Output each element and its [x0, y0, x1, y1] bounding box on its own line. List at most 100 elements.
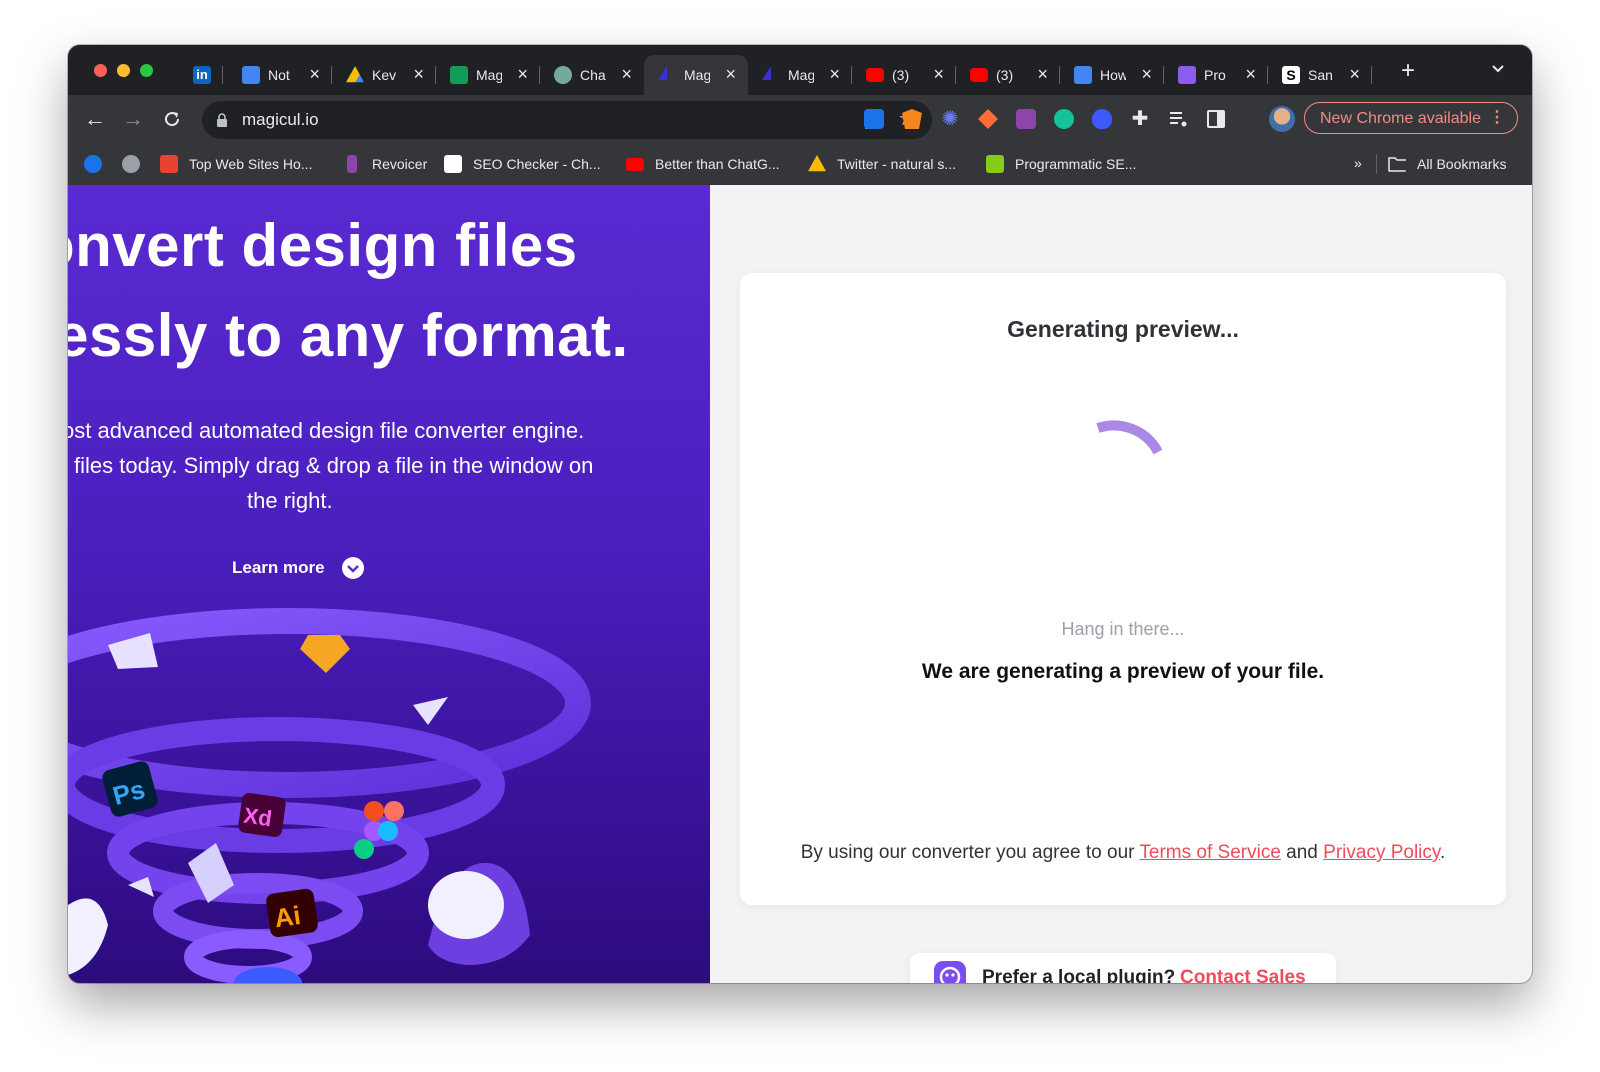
- update-label: New Chrome available: [1320, 110, 1481, 127]
- address-bar[interactable]: magicul.io ☆: [202, 101, 932, 139]
- close-tab-icon[interactable]: ×: [725, 65, 736, 83]
- boat-icon: [84, 155, 102, 173]
- zoom-window-button[interactable]: [140, 64, 153, 77]
- extension-icon[interactable]: [1016, 109, 1036, 129]
- tornado-illustration: Ps Xd Ai: [68, 608, 591, 983]
- url-text[interactable]: magicul.io: [242, 111, 319, 129]
- close-tab-icon[interactable]: ×: [413, 65, 424, 83]
- close-tab-icon[interactable]: ×: [933, 65, 944, 83]
- magicul-icon: [658, 66, 667, 80]
- tab-title: Cha: [580, 67, 606, 83]
- close-tab-icon[interactable]: ×: [1245, 65, 1256, 83]
- plugin-icon: [934, 961, 966, 983]
- google-drive-icon: [346, 66, 364, 83]
- loading-spinner-icon: [1096, 420, 1163, 455]
- tab-magicul[interactable]: Mag ×: [748, 55, 852, 95]
- preview-card[interactable]: Generating preview... Hang in there... W…: [740, 273, 1506, 905]
- tab-title: Pro: [1204, 67, 1226, 83]
- close-tab-icon[interactable]: ×: [309, 65, 320, 83]
- bookmark-label: Revoicer: [372, 156, 428, 172]
- extension-icon[interactable]: [978, 109, 998, 129]
- google-docs-icon: [242, 66, 260, 84]
- back-button[interactable]: ←: [84, 107, 106, 131]
- new-tab-button[interactable]: +: [1401, 59, 1415, 83]
- tab-notes[interactable]: Not ×: [228, 55, 332, 95]
- alien-extension-icon[interactable]: [1092, 109, 1112, 129]
- figma-icon: [364, 801, 384, 821]
- grammarly-icon[interactable]: [1054, 109, 1074, 129]
- tab-title: Kev: [372, 67, 397, 83]
- forward-button[interactable]: →: [122, 107, 144, 131]
- tab-title: San: [1308, 67, 1333, 83]
- google-drive-icon: [808, 155, 826, 172]
- tab-title: Mag: [684, 67, 710, 83]
- tab-separator: [1371, 66, 1372, 84]
- legal-and: and: [1286, 842, 1318, 863]
- tab-sheets[interactable]: Mag ×: [436, 55, 540, 95]
- puzzle-icon[interactable]: ✚: [1130, 109, 1150, 129]
- tab-chatgpt[interactable]: Cha ×: [540, 55, 644, 95]
- tab-linkedin[interactable]: in: [183, 55, 223, 95]
- tab-magicul-active[interactable]: Mag ×: [644, 55, 748, 95]
- profile-avatar[interactable]: [1269, 106, 1295, 132]
- bookmark-apps[interactable]: [84, 154, 104, 174]
- tab-strip: in Not × Kev × Mag × Cha × Mag × Mag × (…: [68, 45, 1532, 95]
- ai-label: Ai: [273, 900, 303, 933]
- divider: [1376, 154, 1377, 174]
- google-sheets-icon: [450, 66, 468, 84]
- chevron-down-icon[interactable]: [342, 557, 364, 579]
- toolbar: ← → magicul.io ☆ ✺ ✚ New Chrome availabl…: [68, 95, 1532, 143]
- plugin-banner: Prefer a local plugin? Contact Sales: [910, 953, 1336, 983]
- close-tab-icon[interactable]: ×: [829, 65, 840, 83]
- close-window-button[interactable]: [94, 64, 107, 77]
- contact-sales-link[interactable]: Contact Sales: [1180, 967, 1306, 983]
- tab-separator: [222, 66, 223, 84]
- bookmarks-overflow-button[interactable]: »: [1354, 155, 1362, 171]
- tab-san[interactable]: S San ×: [1268, 55, 1372, 95]
- close-tab-icon[interactable]: ×: [1037, 65, 1048, 83]
- minimize-window-button[interactable]: [117, 64, 130, 77]
- lock-icon[interactable]: [216, 113, 228, 127]
- reading-list-icon[interactable]: [1168, 109, 1188, 129]
- kebab-menu-icon[interactable]: ⋮: [1489, 109, 1505, 127]
- side-panel-icon[interactable]: [1206, 109, 1226, 129]
- hero-subtitle-line2: files today. Simply drag & drop a file i…: [74, 453, 594, 478]
- sparkle-extension-icon[interactable]: ✺: [940, 109, 960, 129]
- hang-in-there-text: Hang in there...: [1061, 619, 1185, 639]
- hero-heading-line1: onvert design files: [68, 212, 578, 279]
- bookmark-label: Better than ChatG...: [655, 156, 780, 172]
- tab-forms[interactable]: Pro ×: [1164, 55, 1268, 95]
- legal-period: .: [1440, 842, 1446, 863]
- bookmark-favicon: [160, 155, 178, 173]
- close-tab-icon[interactable]: ×: [621, 65, 632, 83]
- revoicer-icon: [347, 155, 357, 173]
- close-tab-icon[interactable]: ×: [517, 65, 528, 83]
- reload-icon[interactable]: [162, 109, 182, 129]
- extension-icon[interactable]: [864, 109, 884, 129]
- tab-kev[interactable]: Kev ×: [332, 55, 436, 95]
- terms-link[interactable]: Terms of Service: [1139, 842, 1280, 863]
- page-content: onvert design files lessly to any format…: [68, 185, 1532, 983]
- close-tab-icon[interactable]: ×: [1141, 65, 1152, 83]
- update-chrome-button[interactable]: New Chrome available ⋮: [1304, 102, 1518, 134]
- youtube-icon: [626, 158, 644, 171]
- bookmark-label: SEO Checker - Ch...: [473, 156, 601, 172]
- close-tab-icon[interactable]: ×: [1349, 65, 1360, 83]
- figma-icon-part: [378, 821, 398, 841]
- tab-title: Not: [268, 67, 290, 83]
- bookmark-globe[interactable]: [122, 154, 142, 174]
- wizard-beard: [428, 871, 504, 939]
- tab-title: (3): [892, 67, 910, 83]
- learn-more-link[interactable]: Learn more: [232, 557, 325, 579]
- code-icon: [986, 155, 1004, 173]
- metamask-icon[interactable]: [902, 109, 922, 129]
- privacy-link[interactable]: Privacy Policy: [1323, 842, 1440, 863]
- tab-youtube[interactable]: (3) ×: [956, 55, 1060, 95]
- sketch-icon: [300, 635, 350, 673]
- tab-youtube[interactable]: (3) ×: [852, 55, 956, 95]
- tab-docs-how[interactable]: How ×: [1060, 55, 1164, 95]
- bookmarks-bar: Top Web Sites Ho... Revoicer SEO Checker…: [68, 143, 1532, 186]
- tab-title: (3): [996, 67, 1014, 83]
- bookmark-label: Twitter - natural s...: [837, 156, 957, 172]
- tab-search-chevron-icon[interactable]: [1491, 64, 1505, 74]
